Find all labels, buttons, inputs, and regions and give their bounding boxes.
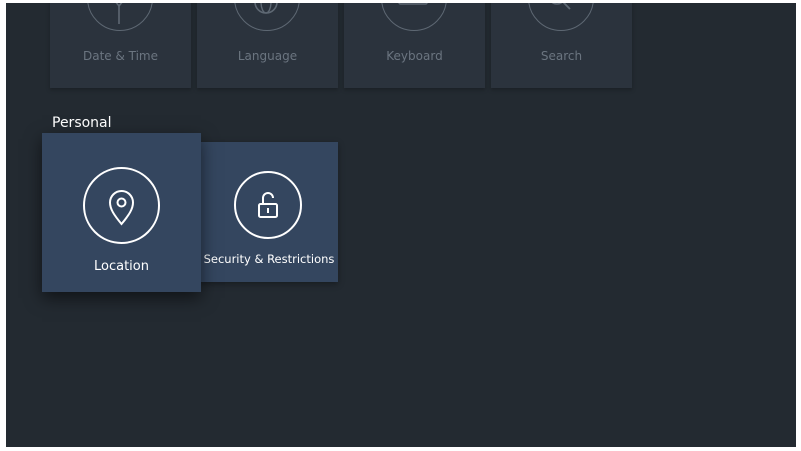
keyboard-icon <box>381 3 447 31</box>
tile-label: Search <box>540 49 583 63</box>
search-icon <box>528 3 594 31</box>
tile-location[interactable]: Location <box>42 133 201 292</box>
unlocked-padlock-icon <box>234 171 302 239</box>
tile-label: Date & Time <box>82 49 159 63</box>
location-pin-icon <box>83 167 160 244</box>
tile-label: Keyboard <box>386 49 443 63</box>
tile-language[interactable]: Language <box>197 3 338 88</box>
tile-date-time[interactable]: Date & Time <box>50 3 191 88</box>
settings-screen: Date & Time Language Keyboard Search Per… <box>6 3 796 447</box>
globe-icon <box>234 3 300 31</box>
tile-search[interactable]: Search <box>491 3 632 88</box>
tile-security-restrictions[interactable]: Security & Restrictions <box>200 142 338 282</box>
section-title-personal: Personal <box>52 115 112 131</box>
tile-keyboard[interactable]: Keyboard <box>344 3 485 88</box>
tile-label: Location <box>94 259 149 274</box>
tile-label: Security & Restrictions <box>203 252 335 266</box>
tile-label: Language <box>237 49 298 63</box>
antenna-icon <box>87 3 153 31</box>
